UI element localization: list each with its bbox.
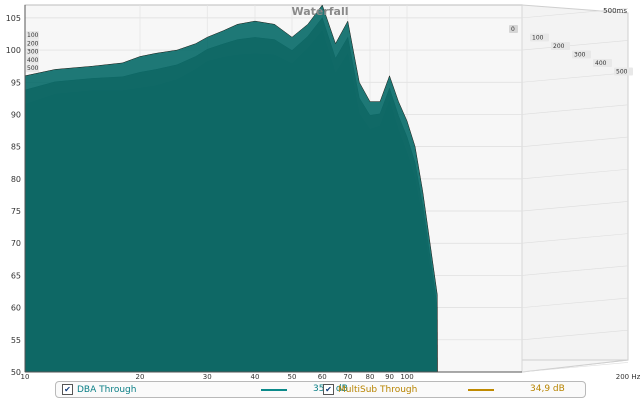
side-wall: [521, 4, 629, 373]
y-tick-label: 105: [6, 14, 21, 23]
x-tick-label: 20: [136, 373, 145, 380]
time-tick-label: 200: [553, 43, 565, 50]
multisub-checkbox[interactable]: ✔: [323, 384, 334, 395]
left-time-tick-label: 100: [27, 32, 39, 39]
chart-title: Waterfall: [291, 5, 348, 18]
x-tick-label: 100: [400, 373, 413, 380]
time-axis-label: 500ms: [603, 7, 627, 15]
y-tick-label: 70: [11, 239, 21, 248]
legend-item-dba[interactable]: ✔ DBA Through: [62, 384, 136, 395]
legend-label-multisub: MultiSub Through: [338, 384, 418, 395]
legend-value-multisub: 34,9 dB: [530, 384, 565, 394]
y-tick-label: 100: [6, 46, 21, 55]
x-tick-label: 80: [366, 373, 375, 380]
y-tick-label: 60: [11, 304, 21, 313]
legend-item-multisub[interactable]: ✔ MultiSub Through: [323, 384, 417, 395]
x-tick-label: 10: [21, 373, 30, 380]
waterfall-chart: 50 55 60 65 70 75 80 85 90 95 100 105 10 20 30 40 50 60 70…: [0, 0, 640, 380]
legend-swatch-dba: [261, 389, 287, 391]
left-time-tick-label: 300: [27, 49, 39, 56]
y-tick-label: 50: [11, 368, 21, 377]
x-tick-label: 40: [251, 373, 260, 380]
y-tick-label: 75: [11, 207, 21, 216]
time-tick-label: 300: [574, 52, 586, 59]
x-tick-label: 200 Hz: [616, 373, 640, 380]
left-time-tick-label: 500: [27, 65, 39, 72]
time-tick-label: 400: [595, 60, 607, 67]
dba-checkbox[interactable]: ✔: [62, 384, 73, 395]
legend-swatch-multisub: [468, 389, 494, 391]
y-tick-label: 85: [11, 143, 21, 152]
x-tick-label: 30: [203, 373, 212, 380]
y-tick-label: 80: [11, 175, 21, 184]
time-tick-label: 0: [511, 26, 515, 33]
x-tick-label: 70: [343, 373, 352, 380]
left-time-tick-label: 400: [27, 57, 39, 64]
y-tick-label: 95: [11, 78, 21, 87]
y-tick-label: 90: [11, 110, 21, 119]
y-tick-label: 55: [11, 336, 21, 345]
legend-label-dba: DBA Through: [77, 384, 137, 395]
left-time-tick-label: 200: [27, 40, 39, 47]
y-tick-label: 65: [11, 271, 21, 280]
time-tick-label: 100: [532, 35, 544, 42]
time-tick-label: 500: [616, 69, 628, 76]
x-tick-label: 60: [318, 373, 327, 380]
legend: ✔ DBA Through 35,8 dB ✔ MultiSub Through…: [55, 381, 586, 398]
x-tick-label: 90: [385, 373, 394, 380]
x-tick-label: 50: [288, 373, 297, 380]
